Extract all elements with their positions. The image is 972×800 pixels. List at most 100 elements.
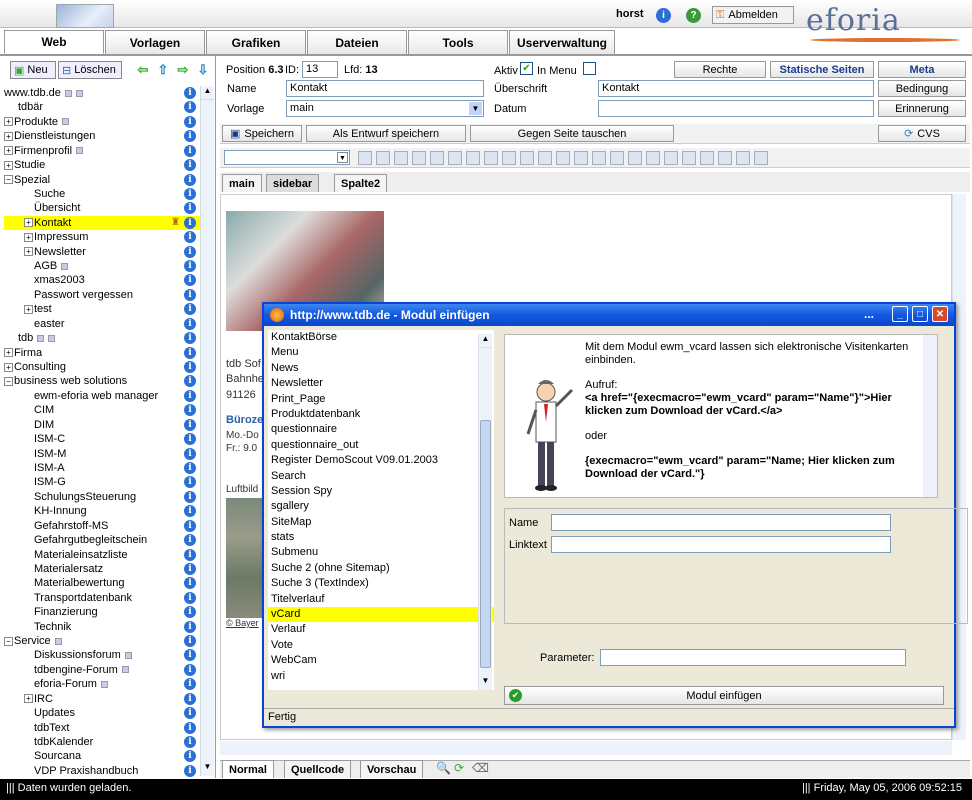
table-icon[interactable] [610, 151, 624, 165]
tree-item[interactable]: CIM i [4, 403, 200, 417]
module-item[interactable]: KontaktBörse [268, 330, 494, 345]
collapse-icon[interactable]: − [4, 636, 13, 646]
swap-page-button[interactable]: Gegen Seite tauschen [470, 125, 674, 142]
info-icon[interactable]: i [184, 635, 196, 648]
tab-vorlagen[interactable]: Vorlagen [105, 30, 205, 54]
logout-button[interactable]: ⚿ Abmelden [712, 6, 794, 24]
expand-icon[interactable]: + [4, 117, 13, 127]
tree-item[interactable]: Gefahrgutbegleitschein i [4, 533, 200, 547]
info-icon[interactable]: i [184, 274, 196, 287]
arrow-down-icon[interactable]: ⇩ [194, 61, 212, 79]
info-icon[interactable]: i [184, 692, 196, 705]
expand-icon[interactable]: + [4, 348, 13, 358]
info-icon[interactable]: i [184, 750, 196, 763]
tree-item[interactable]: + test i [4, 302, 200, 316]
module-item[interactable]: stats [268, 530, 494, 545]
aktiv-checkbox[interactable]: ✔ [520, 62, 533, 75]
module-icon[interactable] [664, 151, 678, 165]
info-icon[interactable]: i [184, 404, 196, 417]
rechte-button[interactable]: Rechte [674, 61, 766, 78]
info-icon[interactable]: i [184, 231, 196, 244]
tree-item[interactable]: tdbär i [4, 100, 200, 114]
tree-item[interactable]: Sourcana i [4, 749, 200, 763]
info-icon[interactable]: i [184, 663, 196, 676]
insert-module-button[interactable]: ✔ Modul einfügen [504, 686, 944, 705]
info-icon[interactable]: i [184, 389, 196, 402]
expand-icon[interactable]: + [24, 694, 33, 704]
cut-icon[interactable] [358, 151, 372, 165]
arrow-up-icon[interactable]: ⇧ [154, 61, 172, 79]
info-icon[interactable]: i [184, 216, 196, 229]
tree-item[interactable]: + Dienstleistungen i [4, 129, 200, 143]
tree-item[interactable]: VDP Praxishandbuch i [4, 764, 200, 778]
collapse-icon[interactable]: − [4, 175, 13, 185]
tree-item[interactable]: Passwort vergessen i [4, 288, 200, 302]
close-icon[interactable]: ✕ [932, 306, 948, 322]
info-icon[interactable]: i [184, 375, 196, 388]
tree-item[interactable]: www.tdb.de i [4, 86, 200, 100]
refresh-preview-icon[interactable]: ⟳ [454, 761, 464, 775]
tab-dateien[interactable]: Dateien [307, 30, 407, 54]
expand-icon[interactable]: + [24, 247, 33, 257]
module-item[interactable]: Suche 2 (ohne Sitemap) [268, 561, 494, 576]
numbered-list-icon[interactable] [538, 151, 552, 165]
bedingung-button[interactable]: Bedingung [878, 80, 966, 97]
tab-quellcode[interactable]: Quellcode [284, 760, 352, 778]
info-icon[interactable]: i [184, 346, 196, 359]
ueberschrift-field[interactable]: Kontakt [598, 80, 874, 97]
tree-item[interactable]: easter i [4, 317, 200, 331]
superscript-icon[interactable] [574, 151, 588, 165]
description-scrollbar[interactable] [923, 335, 937, 497]
tree-item[interactable]: ISM-G i [4, 475, 200, 489]
anchor-icon[interactable] [682, 151, 696, 165]
scroll-down-icon[interactable]: ▼ [201, 762, 214, 776]
copy-icon[interactable] [376, 151, 390, 165]
tree-item[interactable]: DIM i [4, 418, 200, 432]
tree-item[interactable]: SchulungsSteuerung i [4, 490, 200, 504]
dialog-titlebar[interactable]: http://www.tdb.de - Modul einfügen ... _… [264, 304, 954, 326]
tree-item[interactable]: + Studie i [4, 158, 200, 172]
info-icon[interactable]: i [184, 490, 196, 503]
module-item[interactable]: News [268, 361, 494, 376]
tree-item[interactable]: Materialersatz i [4, 562, 200, 576]
tab-userverwaltung[interactable]: Userverwaltung [509, 30, 615, 54]
tree-item[interactable]: tdbKalender i [4, 735, 200, 749]
cvs-button[interactable]: ⟳ CVS [878, 125, 966, 142]
tab-grafiken[interactable]: Grafiken [206, 30, 306, 54]
link-icon[interactable] [628, 151, 642, 165]
tree-item[interactable]: Materialeinsatzliste i [4, 548, 200, 562]
tree-item[interactable]: tdbText i [4, 721, 200, 735]
tree-item[interactable]: Updates i [4, 706, 200, 720]
delete-button[interactable]: ⊟ Löschen [58, 61, 122, 79]
zoom-icon[interactable]: 🔍 [436, 761, 451, 775]
info-icon[interactable]: i [184, 130, 196, 143]
tree-item[interactable]: − Service i [4, 634, 200, 648]
module-item[interactable]: Print_Page [268, 392, 494, 407]
info-icon[interactable]: i [184, 764, 196, 777]
info-icon[interactable]: i [184, 101, 196, 114]
outdent-icon[interactable] [502, 151, 516, 165]
info-icon[interactable]: i [184, 461, 196, 474]
info-icon[interactable]: i [184, 418, 196, 431]
chevron-down-icon[interactable]: ▼ [337, 152, 348, 163]
tree-item[interactable]: + Firma i [4, 346, 200, 360]
module-item[interactable]: Register DemoScout V09.01.2003 [268, 453, 494, 468]
module-item[interactable]: Produktdatenbank [268, 407, 494, 422]
scroll-down-icon[interactable]: ▼ [479, 676, 492, 690]
module-list-scrollbar[interactable]: ▲ ▼ [478, 334, 492, 690]
datum-field[interactable] [598, 100, 874, 117]
paste-word-icon[interactable] [430, 151, 444, 165]
module-name-field[interactable] [551, 514, 891, 531]
tab-vorschau[interactable]: Vorschau [360, 760, 424, 778]
module-item[interactable]: vCard [268, 607, 494, 623]
info-icon[interactable]: i [184, 433, 196, 446]
arrow-left-icon[interactable]: ⇦ [134, 61, 152, 79]
tree-item[interactable]: tdb i [4, 331, 200, 345]
expand-icon[interactable]: + [4, 362, 13, 372]
tree-item[interactable]: Übersicht i [4, 201, 200, 215]
scroll-up-icon[interactable]: ▲ [479, 334, 492, 348]
module-item[interactable]: questionnaire_out [268, 438, 494, 453]
info-icon[interactable]: i [184, 735, 196, 748]
tree-item[interactable]: + IRC i [4, 692, 200, 706]
tree-item[interactable]: ISM-A i [4, 461, 200, 475]
